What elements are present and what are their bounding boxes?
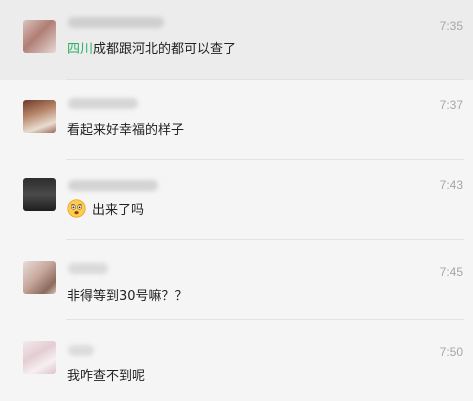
blurred-sender-name (68, 180, 158, 191)
avatar[interactable] (23, 261, 56, 294)
message-preview: 出来了吗 (67, 199, 144, 218)
message-highlight: 四川 (67, 42, 94, 57)
chat-item[interactable]: 7:35 四川 成都跟河北的都可以查了 (0, 0, 473, 80)
blurred-sender-name (68, 98, 138, 109)
blurred-sender-name (68, 263, 108, 274)
message-time: 7:45 (439, 265, 463, 279)
worried-face-icon (67, 199, 86, 218)
chat-item[interactable]: 7:45 非得等到30号嘛？？ (0, 240, 473, 320)
message-preview: 四川 成都跟河北的都可以查了 (67, 38, 236, 57)
message-preview: 看起来好幸福的样子 (67, 123, 185, 138)
chat-list: 7:35 四川成都跟河北的都可以查了 7:37 看起来好幸福的样子 7:43 (0, 0, 473, 401)
chat-item[interactable]: 7:43 出来了吗 (0, 160, 473, 240)
avatar[interactable] (23, 178, 56, 211)
message-time: 7:43 (439, 178, 463, 192)
message-preview: 非得等到30号嘛？？ (67, 289, 188, 304)
message-time: 7:50 (439, 345, 463, 359)
message-preview: 我咋查不到呢 (67, 369, 146, 384)
avatar[interactable] (23, 341, 56, 374)
avatar[interactable] (23, 20, 56, 53)
blurred-sender-name (68, 345, 94, 356)
message-time: 7:37 (439, 98, 463, 112)
message-text: 成都跟河北的都可以查了 (93, 42, 237, 57)
chat-item[interactable]: 7:50 我咋查不到呢 (0, 320, 473, 400)
message-text: 出来了吗 (92, 203, 145, 218)
message-time: 7:35 (439, 19, 463, 33)
chat-item[interactable]: 7:37 看起来好幸福的样子 (0, 80, 473, 160)
blurred-sender-name (68, 17, 164, 28)
avatar[interactable] (23, 100, 56, 133)
